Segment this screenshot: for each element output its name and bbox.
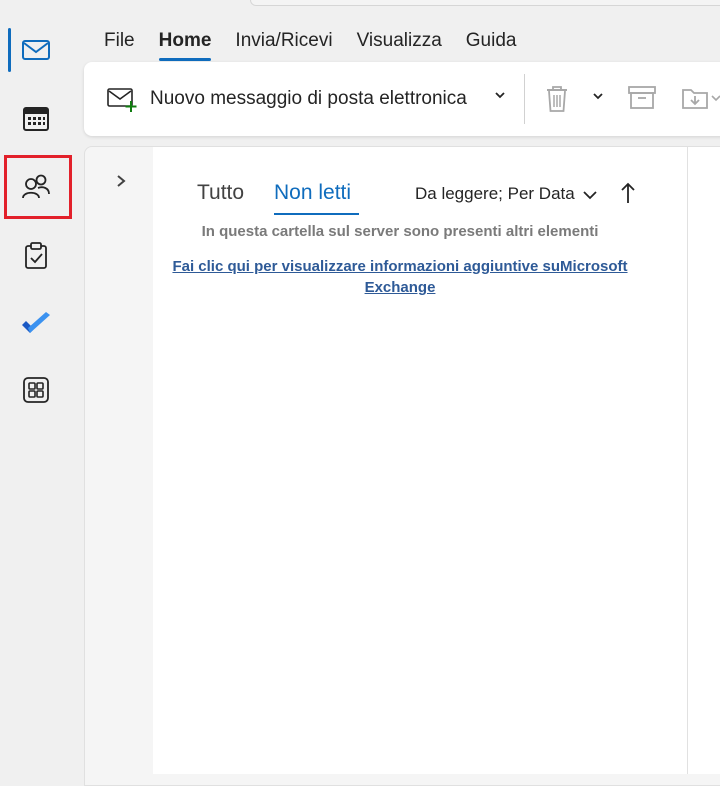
mail-icon bbox=[22, 40, 50, 60]
new-mail-icon bbox=[107, 88, 137, 112]
calendar-icon bbox=[23, 107, 49, 131]
delete-dropdown-icon[interactable] bbox=[592, 91, 604, 101]
people-highlight-box bbox=[4, 155, 72, 219]
ribbon-separator bbox=[524, 74, 525, 124]
tab-file[interactable]: File bbox=[92, 28, 147, 58]
sort-chevron-down-icon[interactable] bbox=[582, 189, 598, 201]
rail-item-todo[interactable] bbox=[0, 296, 72, 352]
tab-help[interactable]: Guida bbox=[454, 28, 529, 58]
reading-pane bbox=[687, 147, 720, 774]
delete-icon[interactable] bbox=[544, 84, 570, 114]
app-rail bbox=[0, 0, 72, 774]
tasks-icon bbox=[25, 242, 47, 269]
tab-view[interactable]: Visualizza bbox=[345, 28, 454, 58]
search-bar-edge bbox=[250, 0, 720, 6]
filter-tab-unread[interactable]: Non letti bbox=[274, 180, 351, 206]
message-list bbox=[153, 147, 687, 774]
filter-active-underline bbox=[274, 213, 359, 215]
server-items-info: In questa cartella sul server sono prese… bbox=[201, 223, 599, 240]
tab-home[interactable]: Home bbox=[147, 28, 224, 61]
filter-tab-all[interactable]: Tutto bbox=[197, 180, 244, 206]
rail-item-mail[interactable] bbox=[0, 22, 72, 78]
exchange-info-link[interactable]: Fai clic qui per visualizzare informazio… bbox=[153, 256, 647, 298]
menu-tabs: File Home Invia/Ricevi Visualizza Guida bbox=[92, 28, 529, 61]
ribbon: Nuovo messaggio di posta elettronica bbox=[84, 62, 720, 136]
rail-item-calendar[interactable] bbox=[0, 91, 72, 147]
new-mail-button[interactable]: Nuovo messaggio di posta elettronica bbox=[106, 82, 467, 116]
rail-item-tasks[interactable] bbox=[0, 228, 72, 284]
sort-direction-arrow-icon[interactable] bbox=[619, 181, 637, 205]
new-mail-label: Nuovo messaggio di posta elettronica bbox=[150, 88, 467, 109]
new-mail-dropdown-icon[interactable] bbox=[494, 90, 506, 100]
expand-folder-pane-icon[interactable] bbox=[114, 173, 128, 189]
apps-icon bbox=[23, 377, 49, 403]
todo-icon bbox=[22, 312, 50, 333]
rail-item-apps[interactable] bbox=[0, 362, 72, 418]
sort-dropdown[interactable]: Da leggere; Per Data bbox=[415, 184, 575, 204]
tab-send-receive[interactable]: Invia/Ricevi bbox=[223, 28, 344, 58]
move-icon[interactable] bbox=[681, 84, 720, 112]
archive-icon[interactable] bbox=[627, 84, 657, 112]
